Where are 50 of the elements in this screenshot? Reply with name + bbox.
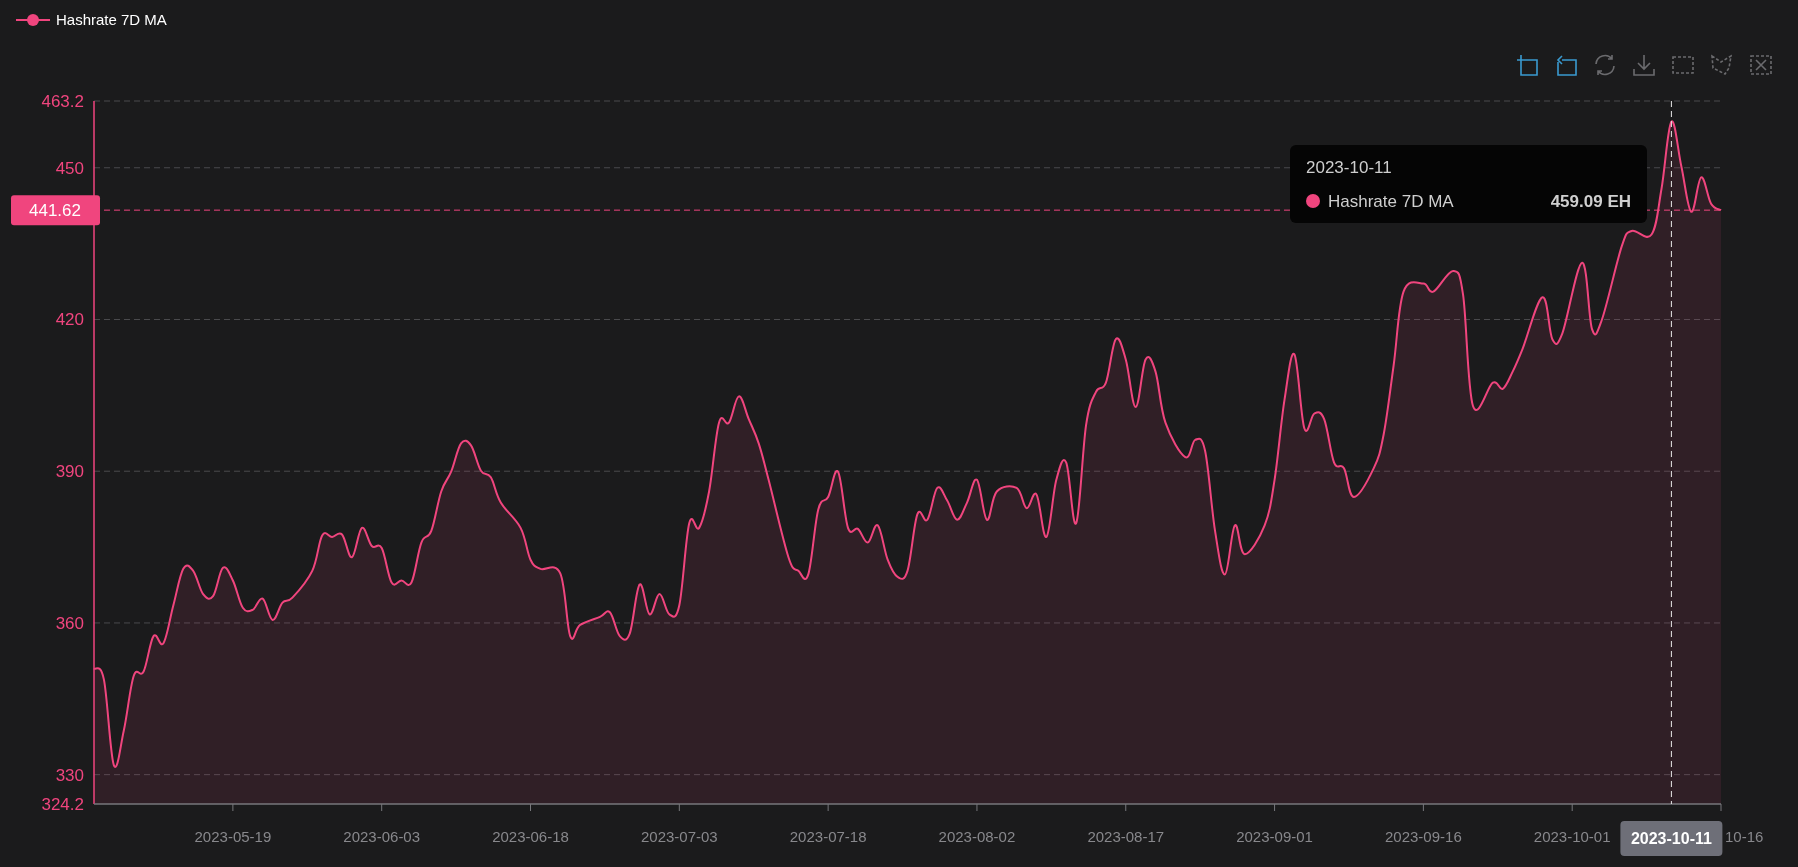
undo-icon	[1554, 53, 1578, 77]
axis-pointer-label: 2023-10-11	[1620, 821, 1723, 856]
legend-line-icon	[16, 13, 50, 27]
tooltip-series-name: Hashrate 7D MA	[1328, 190, 1454, 213]
tick-mark	[976, 803, 978, 812]
x-axis-label: 2023-09-01	[1236, 828, 1313, 845]
x-axis-label: 2023-06-03	[343, 828, 421, 845]
zoom-icon	[1515, 53, 1539, 77]
y-axis-label: 390	[55, 462, 84, 482]
y-axis-label: 324.2	[41, 795, 84, 814]
tick-mark	[1720, 803, 1722, 812]
x-axis-label: 2023-09-16	[1385, 828, 1462, 845]
rect-select-icon	[1671, 53, 1695, 77]
x-axis-label: 2023-07-18	[789, 828, 867, 845]
refresh-icon	[1593, 53, 1617, 77]
tick-mark	[530, 803, 531, 812]
y-axis-label: 330	[55, 765, 84, 785]
axis-pointer-label: 441.62	[11, 195, 100, 226]
download-icon	[1632, 53, 1656, 77]
y-axis-label: 420	[55, 310, 84, 330]
x-axis-label: 2023-07-03	[640, 828, 718, 845]
ref-line-label: 441.62	[29, 201, 81, 221]
toolbox-button[interactable]	[1631, 52, 1657, 78]
tick-mark	[1422, 803, 1424, 812]
x-axis-label: 2023-08-02	[938, 828, 1016, 845]
tooltip-date: 2023-10-11	[1306, 157, 1393, 179]
clear-selection-icon	[1749, 53, 1773, 77]
x-axis-label: 10-16	[1725, 828, 1764, 845]
legend-label[interactable]: Hashrate 7D MA	[56, 8, 167, 32]
y-axis-label: 463.2	[41, 92, 84, 111]
y-axis-label: 360	[55, 613, 84, 633]
tick-mark	[678, 803, 680, 812]
y-axis-label: 450	[55, 158, 84, 178]
toolbox-button[interactable]	[1514, 52, 1540, 78]
x-axis-label: 2023-08-17	[1087, 828, 1165, 845]
lasso-icon	[1710, 53, 1734, 77]
x-axis-label: 2023-06-18	[492, 828, 569, 845]
tick-mark	[1125, 803, 1127, 812]
tooltip-value: 459.09 EH	[1550, 190, 1631, 213]
tick-mark	[827, 803, 829, 812]
toolbox-button[interactable]	[1748, 52, 1774, 78]
x-axis-label: 2023-10-01	[1533, 828, 1611, 845]
x-axis-label: 2023-05-19	[194, 828, 272, 845]
toolbox-button[interactable]	[1709, 52, 1735, 78]
tick-mark	[1274, 803, 1276, 812]
tick-mark	[381, 803, 383, 812]
ref-line-label: 2023-10-11	[1630, 830, 1712, 847]
tick-mark	[232, 803, 234, 812]
toolbox-button[interactable]	[1592, 52, 1618, 78]
tick-mark	[1571, 803, 1573, 812]
